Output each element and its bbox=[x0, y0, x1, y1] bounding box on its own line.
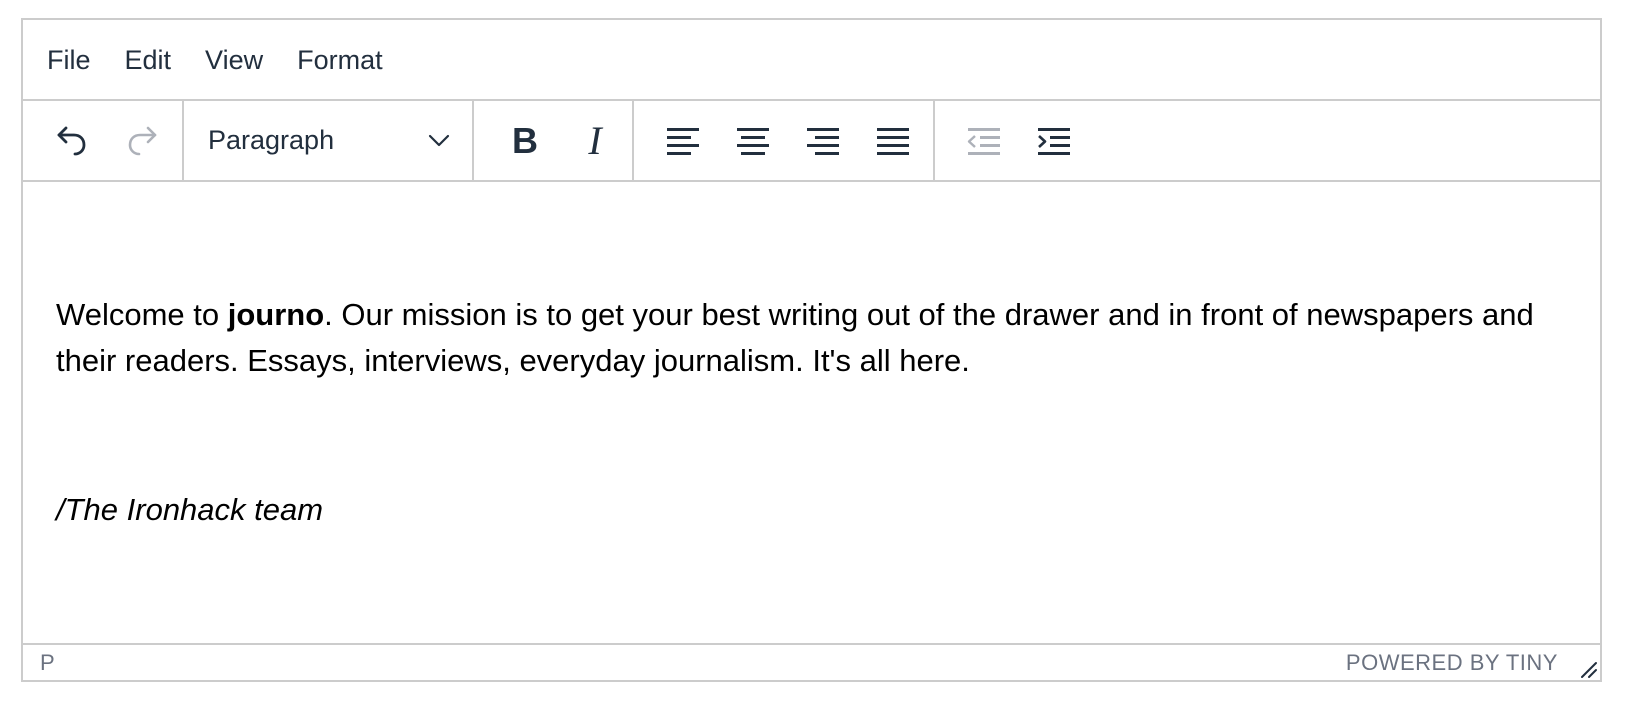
italic-button[interactable]: I bbox=[560, 110, 630, 172]
menu-file[interactable]: File bbox=[30, 41, 108, 78]
menu-format[interactable]: Format bbox=[280, 41, 400, 78]
block-format-label: Paragraph bbox=[208, 125, 335, 155]
align-left-button[interactable] bbox=[648, 110, 718, 172]
align-justify-icon bbox=[877, 127, 909, 155]
align-left-icon bbox=[667, 127, 699, 155]
statusbar-right: POWERED BY TINY bbox=[1346, 645, 1600, 680]
powered-by-link[interactable]: POWERED BY TINY bbox=[1346, 650, 1558, 676]
align-right-icon bbox=[807, 127, 839, 155]
element-path[interactable]: P bbox=[40, 650, 55, 676]
editor-content-area[interactable]: Welcome to journo. Our mission is to get… bbox=[23, 182, 1600, 628]
welcome-paragraph: Welcome to journo. Our mission is to get… bbox=[56, 292, 1566, 384]
menu-edit[interactable]: Edit bbox=[108, 41, 189, 78]
undo-button[interactable] bbox=[37, 110, 107, 172]
bold-button[interactable]: B bbox=[490, 110, 560, 172]
outdent-icon bbox=[967, 127, 1000, 155]
signature-line: /The Ironhack team bbox=[56, 492, 324, 527]
outdent-button[interactable] bbox=[949, 110, 1019, 172]
align-justify-button[interactable] bbox=[858, 110, 928, 172]
align-right-button[interactable] bbox=[788, 110, 858, 172]
statusbar: P POWERED BY TINY bbox=[23, 643, 1600, 680]
indent-icon bbox=[1038, 127, 1070, 155]
paragraph-bold-brand: journo bbox=[227, 297, 325, 332]
align-center-icon bbox=[737, 127, 769, 155]
chevron-down-icon bbox=[428, 134, 450, 146]
bold-icon: B bbox=[512, 119, 538, 161]
toolbar-group-align bbox=[634, 101, 935, 180]
resize-handle-icon[interactable] bbox=[1576, 657, 1598, 679]
align-center-button[interactable] bbox=[718, 110, 788, 172]
menu-view[interactable]: View bbox=[188, 41, 280, 78]
toolbar-group-indent bbox=[935, 101, 1089, 180]
toolbar: Paragraph B I bbox=[23, 101, 1600, 182]
rich-text-editor: File Edit View Format Paragraph B I Welc… bbox=[21, 18, 1602, 682]
indent-button[interactable] bbox=[1019, 110, 1089, 172]
toolbar-group-history bbox=[23, 101, 184, 180]
toolbar-group-blocks: Paragraph bbox=[184, 101, 474, 180]
undo-icon bbox=[57, 126, 86, 155]
toolbar-group-format: B I bbox=[474, 101, 634, 180]
redo-button[interactable] bbox=[107, 110, 177, 172]
italic-icon: I bbox=[588, 117, 602, 163]
paragraph-text-before: Welcome to bbox=[56, 297, 228, 332]
menubar: File Edit View Format bbox=[23, 20, 1600, 101]
block-format-select[interactable]: Paragraph bbox=[184, 101, 472, 180]
redo-icon bbox=[128, 126, 157, 155]
